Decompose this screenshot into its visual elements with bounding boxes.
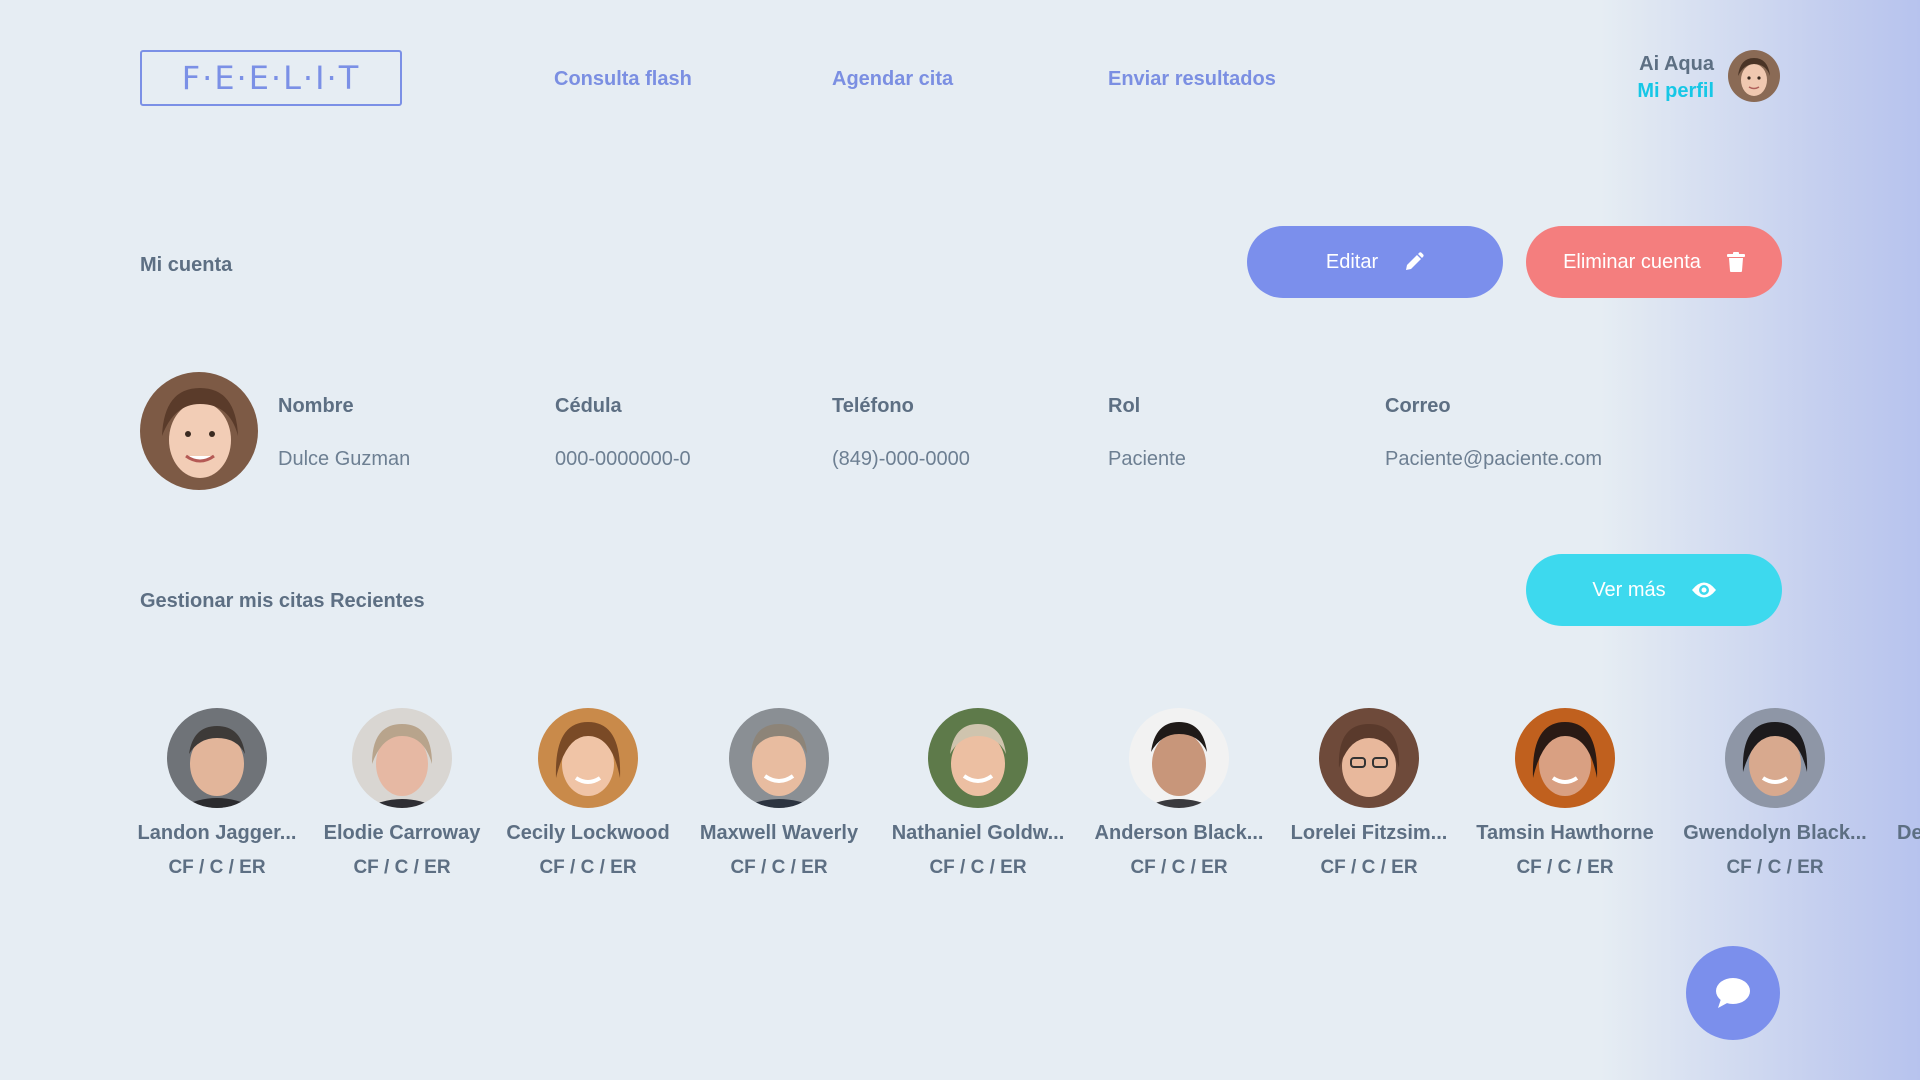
field-value-telefono: (849)-000-0000 xyxy=(832,448,970,470)
appointment-avatar xyxy=(1129,708,1229,808)
delete-account-button[interactable]: Eliminar cuenta xyxy=(1526,226,1782,298)
appointment-card[interactable]: Lorelei Fitzsim... CF / C / ER xyxy=(1269,708,1469,879)
appointment-avatar xyxy=(1319,708,1419,808)
field-value-correo: Paciente@paciente.com xyxy=(1385,448,1603,470)
nav-agendar-cita[interactable]: Agendar cita xyxy=(832,68,953,91)
appointment-name: Cecily Lockwood xyxy=(506,822,670,844)
profile-link[interactable]: Mi perfil xyxy=(1637,80,1714,103)
field-label-cedula: Cédula xyxy=(555,395,622,417)
appointment-avatar xyxy=(352,708,452,808)
appointment-card-partial[interactable]: De xyxy=(1897,822,1920,845)
appointment-card[interactable]: Nathaniel Goldw... CF / C / ER xyxy=(878,708,1078,879)
appointment-card[interactable]: Anderson Black... CF / C / ER xyxy=(1079,708,1279,879)
nav-enviar-resultados[interactable]: Enviar resultados xyxy=(1108,68,1276,91)
delete-label: Eliminar cuenta xyxy=(1563,250,1701,273)
appointment-code: CF / C / ER xyxy=(730,857,828,878)
appointment-name: Anderson Black... xyxy=(1094,822,1264,844)
appointment-code: CF / C / ER xyxy=(1516,857,1614,878)
appointment-code: CF / C / ER xyxy=(1130,857,1228,878)
trash-icon xyxy=(1726,252,1745,272)
appointment-card[interactable]: Cecily Lockwood CF / C / ER xyxy=(488,708,688,879)
appointment-card[interactable]: Elodie Carroway CF / C / ER xyxy=(302,708,502,879)
field-label-nombre: Nombre xyxy=(278,395,354,417)
appointment-name: Maxwell Waverly xyxy=(699,822,859,844)
chat-bubble-icon xyxy=(1715,977,1751,1009)
see-more-label: Ver más xyxy=(1592,578,1666,601)
appointment-code: CF / C / ER xyxy=(168,857,266,878)
field-value-rol: Paciente xyxy=(1108,448,1186,470)
appointment-avatar xyxy=(167,708,267,808)
appointment-card[interactable]: Maxwell Waverly CF / C / ER xyxy=(679,708,879,879)
chat-button[interactable] xyxy=(1686,946,1780,1040)
appointment-name: Lorelei Fitzsim... xyxy=(1290,822,1448,844)
field-value-nombre: Dulce Guzman xyxy=(278,448,411,470)
appointment-name: Elodie Carroway xyxy=(323,822,481,844)
pencil-icon xyxy=(1404,252,1424,272)
appointment-name: De xyxy=(1897,822,1920,844)
appointment-avatar xyxy=(1515,708,1615,808)
appointment-code: CF / C / ER xyxy=(353,857,451,878)
appointment-code: CF / C / ER xyxy=(1320,857,1418,878)
appointments-title: Gestionar mis citas Recientes xyxy=(140,590,425,612)
edit-label: Editar xyxy=(1325,250,1379,273)
appointment-card[interactable]: Gwendolyn Black... CF / C / ER xyxy=(1675,708,1875,879)
right-edge-gradient xyxy=(1600,0,1920,1080)
field-label-rol: Rol xyxy=(1108,395,1141,417)
header-avatar[interactable] xyxy=(1728,50,1780,102)
appointment-avatar xyxy=(729,708,829,808)
edit-button[interactable]: Editar xyxy=(1247,226,1503,298)
appointment-avatar xyxy=(538,708,638,808)
appointment-avatar xyxy=(1725,708,1825,808)
appointment-avatar xyxy=(928,708,1028,808)
appointment-code: CF / C / ER xyxy=(929,857,1027,878)
logo[interactable]: F·E·E·L·I·T xyxy=(140,50,402,106)
eye-icon xyxy=(1691,581,1716,599)
appointment-code: CF / C / ER xyxy=(539,857,637,878)
account-title: Mi cuenta xyxy=(140,254,233,276)
user-name: Ai Aqua xyxy=(1639,53,1714,75)
appointment-card[interactable]: Tamsin Hawthorne CF / C / ER xyxy=(1465,708,1665,879)
appointment-name: Nathaniel Goldw... xyxy=(891,822,1065,844)
appointment-card[interactable]: Landon Jagger... CF / C / ER xyxy=(117,708,317,879)
see-more-button[interactable]: Ver más xyxy=(1526,554,1782,626)
field-label-telefono: Teléfono xyxy=(832,395,914,417)
appointment-name: Tamsin Hawthorne xyxy=(1476,822,1654,844)
nav-consulta-flash[interactable]: Consulta flash xyxy=(554,68,692,91)
appointment-name: Gwendolyn Black... xyxy=(1683,822,1867,844)
field-value-cedula: 000-0000000-0 xyxy=(555,448,691,470)
field-label-correo: Correo xyxy=(1385,395,1451,417)
profile-avatar xyxy=(140,372,258,490)
appointment-code: CF / C / ER xyxy=(1726,857,1824,878)
appointment-name: Landon Jagger... xyxy=(137,822,297,844)
